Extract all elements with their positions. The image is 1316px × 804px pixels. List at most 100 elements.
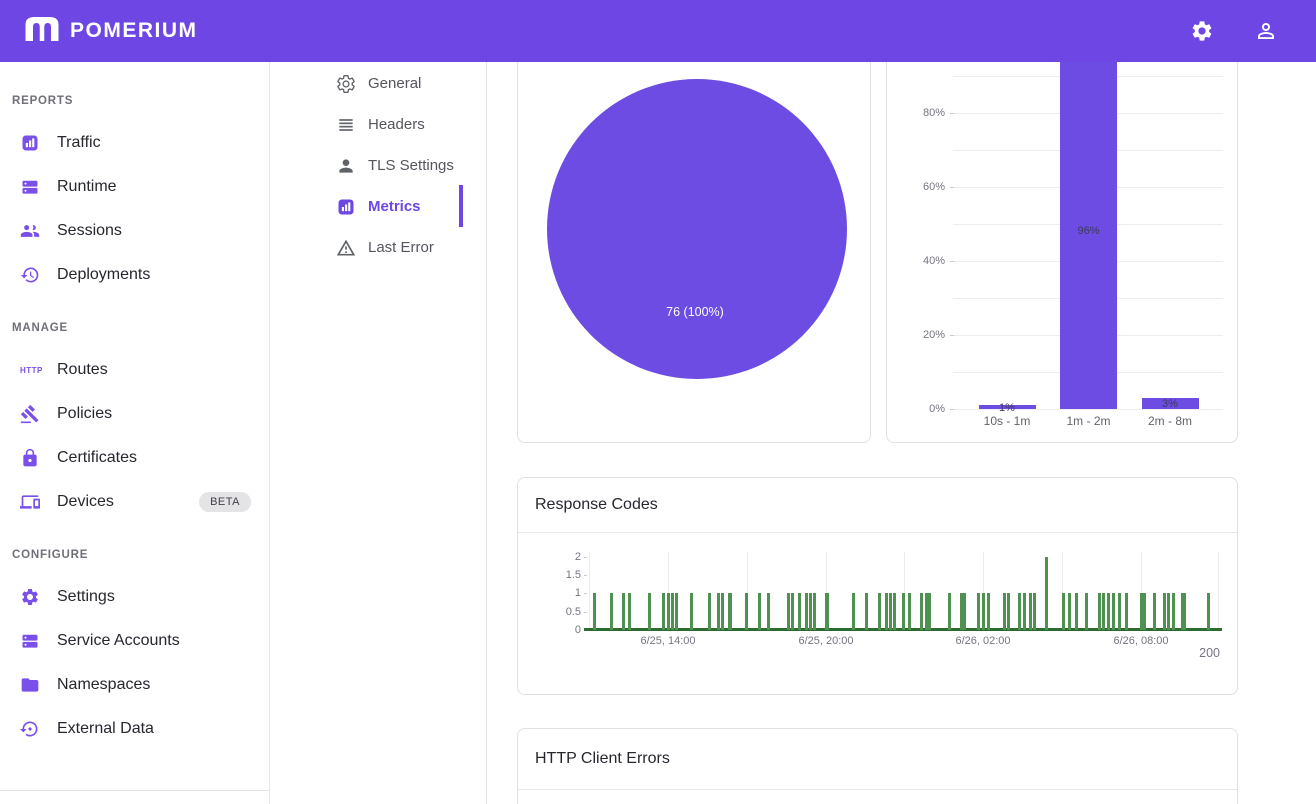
sidebar-item-label: Runtime [57, 178, 117, 196]
response-y-tick [584, 612, 587, 613]
response-bar-200 [798, 593, 801, 630]
response-bar-200 [610, 593, 613, 630]
sidebar-item-label: Service Accounts [57, 632, 180, 650]
sidebar-item-deployments[interactable]: Deployments [0, 253, 269, 297]
response-bar-200 [963, 593, 966, 630]
response-gridline [1218, 552, 1219, 630]
response-bar-200 [889, 593, 892, 630]
response-bar-200 [1085, 593, 1088, 630]
pomerium-logo-icon [24, 14, 60, 49]
response-bar-200 [1153, 593, 1156, 630]
response-bar-200 [977, 593, 980, 630]
response-bar-200 [662, 593, 665, 630]
histogram-y-tick [950, 335, 954, 336]
response-bar-200 [1075, 593, 1078, 630]
left-sidebar: REPORTS Traffic Runtime Sessions Deployments… [0, 62, 270, 804]
sidebar-item-service-accounts[interactable]: Service Accounts [0, 619, 269, 663]
histogram-y-tick [950, 187, 954, 188]
account-person-icon[interactable] [1254, 19, 1278, 43]
metrics-chart-icon [336, 197, 356, 217]
devices-icon [20, 492, 40, 512]
response-bar-200 [1125, 593, 1128, 630]
response-bar-200 [671, 593, 674, 630]
sidebar-item-certificates[interactable]: Certificates [0, 436, 269, 480]
sidebar-item-runtime[interactable]: Runtime [0, 165, 269, 209]
app-title: POMERIUM [70, 19, 198, 43]
response-bar-200 [825, 593, 829, 630]
histogram-category-label: 1m - 2m [1049, 414, 1129, 428]
settings-gear-icon-purple [20, 587, 40, 607]
brand[interactable]: POMERIUM [24, 14, 198, 49]
sidebar-item-external-data[interactable]: External Data [0, 707, 269, 751]
histogram-y-tick-label: 80% [901, 107, 945, 119]
sidebar-item-sessions[interactable]: Sessions [0, 209, 269, 253]
response-bar-200 [948, 593, 951, 630]
sidebar-item-policies[interactable]: Policies [0, 392, 269, 436]
response-bar-200 [675, 593, 678, 630]
histogram-category-label: 2m - 8m [1130, 414, 1210, 428]
section-label-manage: MANAGE [12, 322, 257, 334]
response-bar-200 [791, 593, 794, 630]
tab-tls-settings[interactable]: TLS Settings [270, 145, 486, 186]
histogram-y-tick [950, 261, 954, 262]
topbar-actions [1190, 19, 1292, 43]
response-x-tick-label: 6/26, 02:00 [933, 635, 1033, 647]
tab-metrics[interactable]: Metrics [270, 186, 486, 227]
sidebar-item-label: Certificates [57, 449, 137, 467]
response-codes-legend: 200 [1199, 646, 1220, 660]
sidebar-divider [0, 790, 269, 791]
settings-gear-icon[interactable] [1190, 19, 1214, 43]
response-bar-200 [1172, 593, 1175, 630]
section-label-reports: REPORTS [12, 95, 257, 107]
sidebar-item-label: Namespaces [57, 676, 150, 694]
response-y-tick-label: 1.5 [541, 569, 581, 581]
last-error-warning-icon [336, 238, 356, 258]
response-y-tick [584, 557, 587, 558]
response-bar-200 [920, 593, 923, 630]
tab-last-error[interactable]: Last Error [270, 227, 486, 268]
response-bar-200 [852, 593, 855, 630]
tab-label: Last Error [368, 239, 434, 256]
http-client-errors-card: HTTP Client Errors [517, 728, 1238, 804]
histogram-category-label: 10s - 1m [967, 414, 1047, 428]
response-x-tick-label: 6/25, 20:00 [776, 635, 876, 647]
page: 76 (100%) 0%20%40%60%80%1%10s - 1m96%1m … [0, 0, 1316, 804]
response-codes-card: Response Codes 21.510.506/25, 14:006/25,… [517, 477, 1238, 695]
tab-label: Headers [368, 116, 425, 133]
response-bar-200 [813, 593, 816, 630]
sidebar-item-devices[interactable]: Devices BETA [0, 480, 269, 524]
response-bar-200 [708, 593, 711, 630]
response-bar-200 [1107, 593, 1110, 630]
response-bar-200 [1018, 593, 1021, 630]
certificates-lock-icon [20, 448, 40, 468]
sessions-group-icon [20, 221, 40, 241]
sidebar-item-routes[interactable]: HTTPRoutes [0, 348, 269, 392]
sidebar-item-traffic[interactable]: Traffic [0, 121, 269, 165]
response-y-tick-label: 0.5 [541, 606, 581, 618]
response-bar-200 [1102, 593, 1105, 630]
response-bar-200 [893, 593, 896, 630]
pie-chart[interactable] [547, 79, 847, 379]
sidebar-item-settings[interactable]: Settings [0, 575, 269, 619]
response-bar-200 [1163, 593, 1166, 630]
response-bar-200 [982, 593, 985, 630]
sidebar-item-label: Sessions [57, 222, 122, 240]
response-bar-200 [717, 593, 720, 630]
tab-general[interactable]: General [270, 63, 486, 104]
response-bar-200 [1112, 593, 1115, 630]
sidebar-item-namespaces[interactable]: Namespaces [0, 663, 269, 707]
sidebar-item-label: Settings [57, 588, 115, 606]
tab-headers[interactable]: Headers [270, 104, 486, 145]
app-bar: POMERIUM [0, 0, 1316, 62]
pie-chart-card: 76 (100%) [517, 62, 871, 443]
tls-person-icon [336, 156, 356, 176]
response-bar-200 [1207, 593, 1210, 630]
response-y-tick-label: 0 [541, 624, 581, 636]
histogram-bar-label: 3% [1142, 398, 1199, 410]
response-bar-200 [1045, 557, 1048, 630]
pie-slice-label: 76 (100%) [595, 305, 795, 319]
section-label-configure: CONFIGURE [12, 549, 257, 561]
sidebar-item-label: Devices [57, 493, 114, 511]
response-bar-200 [1003, 593, 1006, 630]
beta-badge: BETA [199, 492, 251, 512]
